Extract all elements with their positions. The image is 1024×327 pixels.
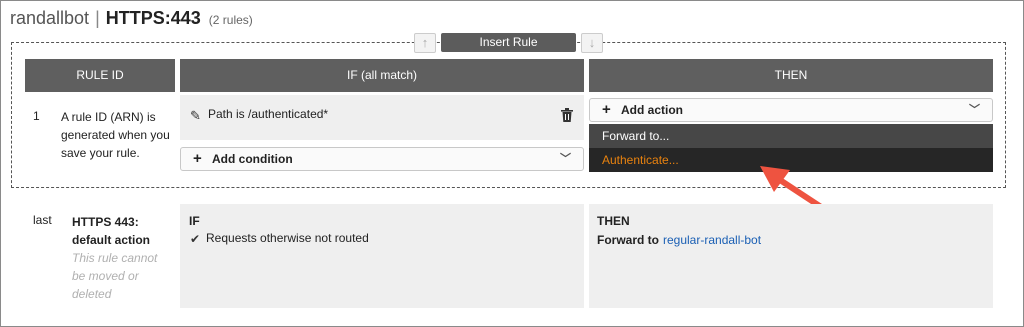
header-separator: | [95, 8, 100, 28]
checkmark-icon: ✔ [190, 232, 201, 246]
pencil-icon[interactable]: ✎ [190, 109, 201, 123]
column-header-then: THEN [589, 59, 993, 92]
column-header-if: IF (all match) [180, 59, 584, 92]
default-if-block [180, 204, 584, 308]
default-if-condition: Requests otherwise not routed [206, 231, 369, 245]
trash-svg [561, 108, 573, 122]
arrow-up-icon: ↑ [421, 35, 429, 50]
plus-icon: + [193, 150, 202, 167]
page-header: randallbot | HTTPS:443 (2 rules) [10, 8, 253, 32]
move-rule-down-button[interactable]: ↓ [581, 33, 603, 53]
add-action-dropdown[interactable]: + Add action ﹀ [589, 98, 993, 122]
default-if-label: IF [189, 214, 200, 228]
default-rule-title: HTTPS 443: default action [72, 215, 151, 247]
forward-to-label: Forward to [597, 233, 659, 247]
insert-rule-button[interactable]: Insert Rule [441, 33, 576, 52]
column-header-rule-id: RULE ID [25, 59, 175, 92]
add-condition-button[interactable]: + Add condition ﹀ [180, 147, 584, 171]
default-rule-position: last [33, 213, 52, 227]
rule-count: (2 rules) [208, 13, 253, 27]
load-balancer-name: randallbot [10, 8, 90, 28]
arrow-down-icon: ↓ [588, 35, 596, 50]
condition-text: Path is /authenticated* [208, 107, 329, 121]
listener-title: HTTPS:443 [105, 8, 201, 28]
move-rule-up-button[interactable]: ↑ [414, 33, 436, 53]
default-rule-note: This rule cannot be moved or deleted [72, 251, 158, 301]
target-group-link[interactable]: regular-randall-bot [663, 233, 761, 247]
plus-icon: + [602, 101, 611, 118]
chevron-down-icon: ﹀ [560, 153, 571, 165]
add-condition-label: Add condition [212, 152, 293, 166]
default-then-block [589, 204, 993, 308]
default-then-label: THEN [597, 214, 630, 228]
rule-number: 1 [33, 109, 40, 123]
menu-item-forward-to[interactable]: Forward to... [589, 124, 993, 148]
add-action-label: Add action [621, 103, 683, 117]
trash-icon[interactable] [561, 108, 573, 125]
rule-id-note: A rule ID (ARN) is generated when you sa… [61, 110, 170, 160]
chevron-down-icon: ﹀ [969, 104, 980, 116]
